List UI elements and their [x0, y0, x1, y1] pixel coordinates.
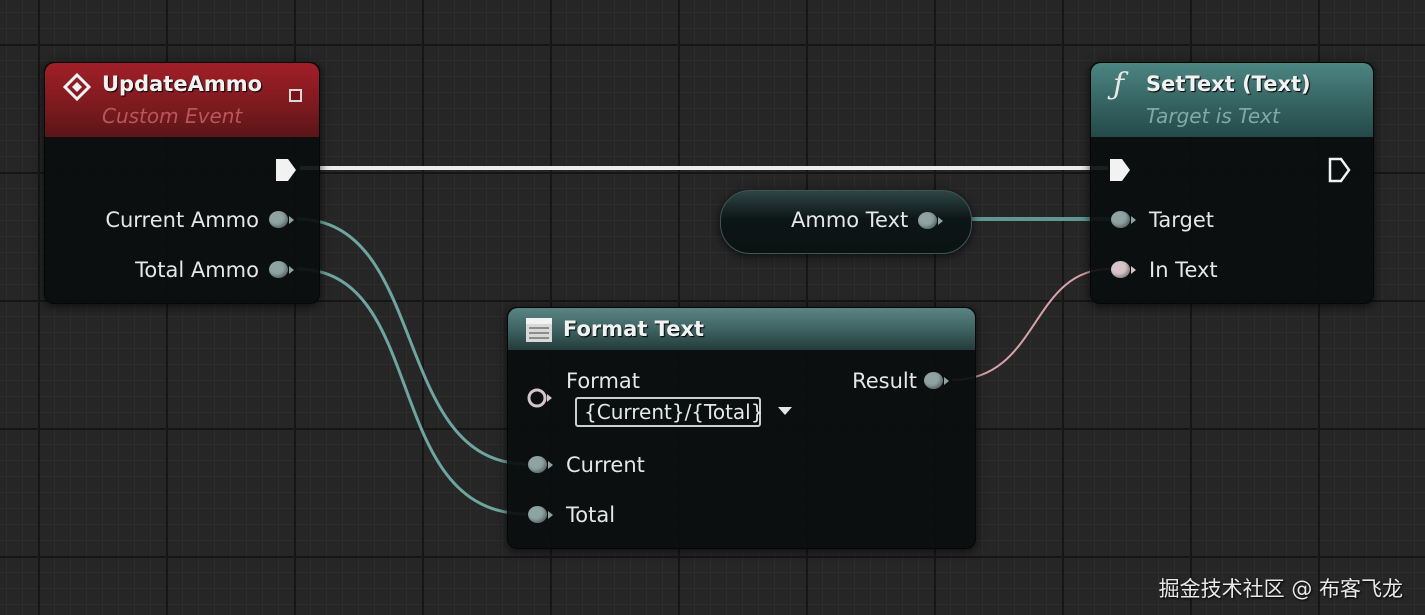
format-value-text: {Current}/{Total}	[584, 400, 764, 424]
node-subtitle: Target is Text	[1146, 104, 1280, 128]
output-label-current-ammo: Current Ammo	[105, 208, 259, 232]
total-ammo-wire[interactable]	[296, 267, 528, 516]
exec-input-pin[interactable]	[1108, 155, 1134, 185]
blueprint-graph-canvas[interactable]: UpdateAmmo Custom Event Current Ammo Tot…	[0, 0, 1425, 615]
set-text-node[interactable]: ƒ SetText (Text) Target is Text Target I…	[1090, 62, 1374, 304]
input-pin-in-text[interactable]	[1111, 261, 1136, 278]
exec-output-pin[interactable]	[1327, 155, 1353, 185]
event-diamond-icon	[62, 72, 92, 102]
input-pin-target[interactable]	[1111, 211, 1136, 228]
node-title: SetText (Text)	[1146, 72, 1311, 96]
input-label-current: Current	[566, 453, 645, 477]
input-pin-current[interactable]	[528, 456, 553, 473]
delegate-pin-icon[interactable]	[289, 89, 302, 102]
format-input-pin[interactable]	[526, 387, 554, 409]
output-label-total-ammo: Total Ammo	[135, 258, 259, 282]
output-pin-ammo-text[interactable]	[918, 212, 943, 229]
input-label-total: Total	[566, 503, 616, 527]
watermark-text: 掘金技术社区 @ 布客飞龙	[1158, 577, 1403, 601]
exec-output-pin[interactable]	[274, 155, 300, 185]
ammo-text-variable-node[interactable]: Ammo Text	[720, 190, 972, 254]
function-icon: ƒ	[1113, 67, 1125, 102]
input-pin-total[interactable]	[528, 506, 553, 523]
format-text-icon	[526, 318, 552, 342]
output-pin-total-ammo[interactable]	[269, 261, 294, 278]
current-ammo-wire[interactable]	[296, 217, 528, 466]
output-pin-current-ammo[interactable]	[269, 211, 294, 228]
output-label-result: Result	[852, 369, 917, 393]
format-text-node[interactable]: Format Text Format {Current}/{Total} Res…	[507, 307, 976, 549]
node-title: Format Text	[563, 317, 705, 341]
node-title: UpdateAmmo	[102, 72, 263, 96]
input-label-target: Target	[1149, 208, 1214, 232]
update-ammo-node[interactable]: UpdateAmmo Custom Event Current Ammo Tot…	[44, 62, 320, 304]
input-label-in-text: In Text	[1149, 258, 1218, 282]
node-subtitle: Custom Event	[102, 104, 243, 128]
output-pin-result[interactable]	[924, 372, 949, 389]
variable-label-ammo-text: Ammo Text	[791, 208, 909, 232]
format-value-field[interactable]: {Current}/{Total}	[575, 397, 764, 427]
input-label-format: Format	[566, 369, 641, 393]
chevron-down-icon[interactable]	[776, 405, 794, 417]
